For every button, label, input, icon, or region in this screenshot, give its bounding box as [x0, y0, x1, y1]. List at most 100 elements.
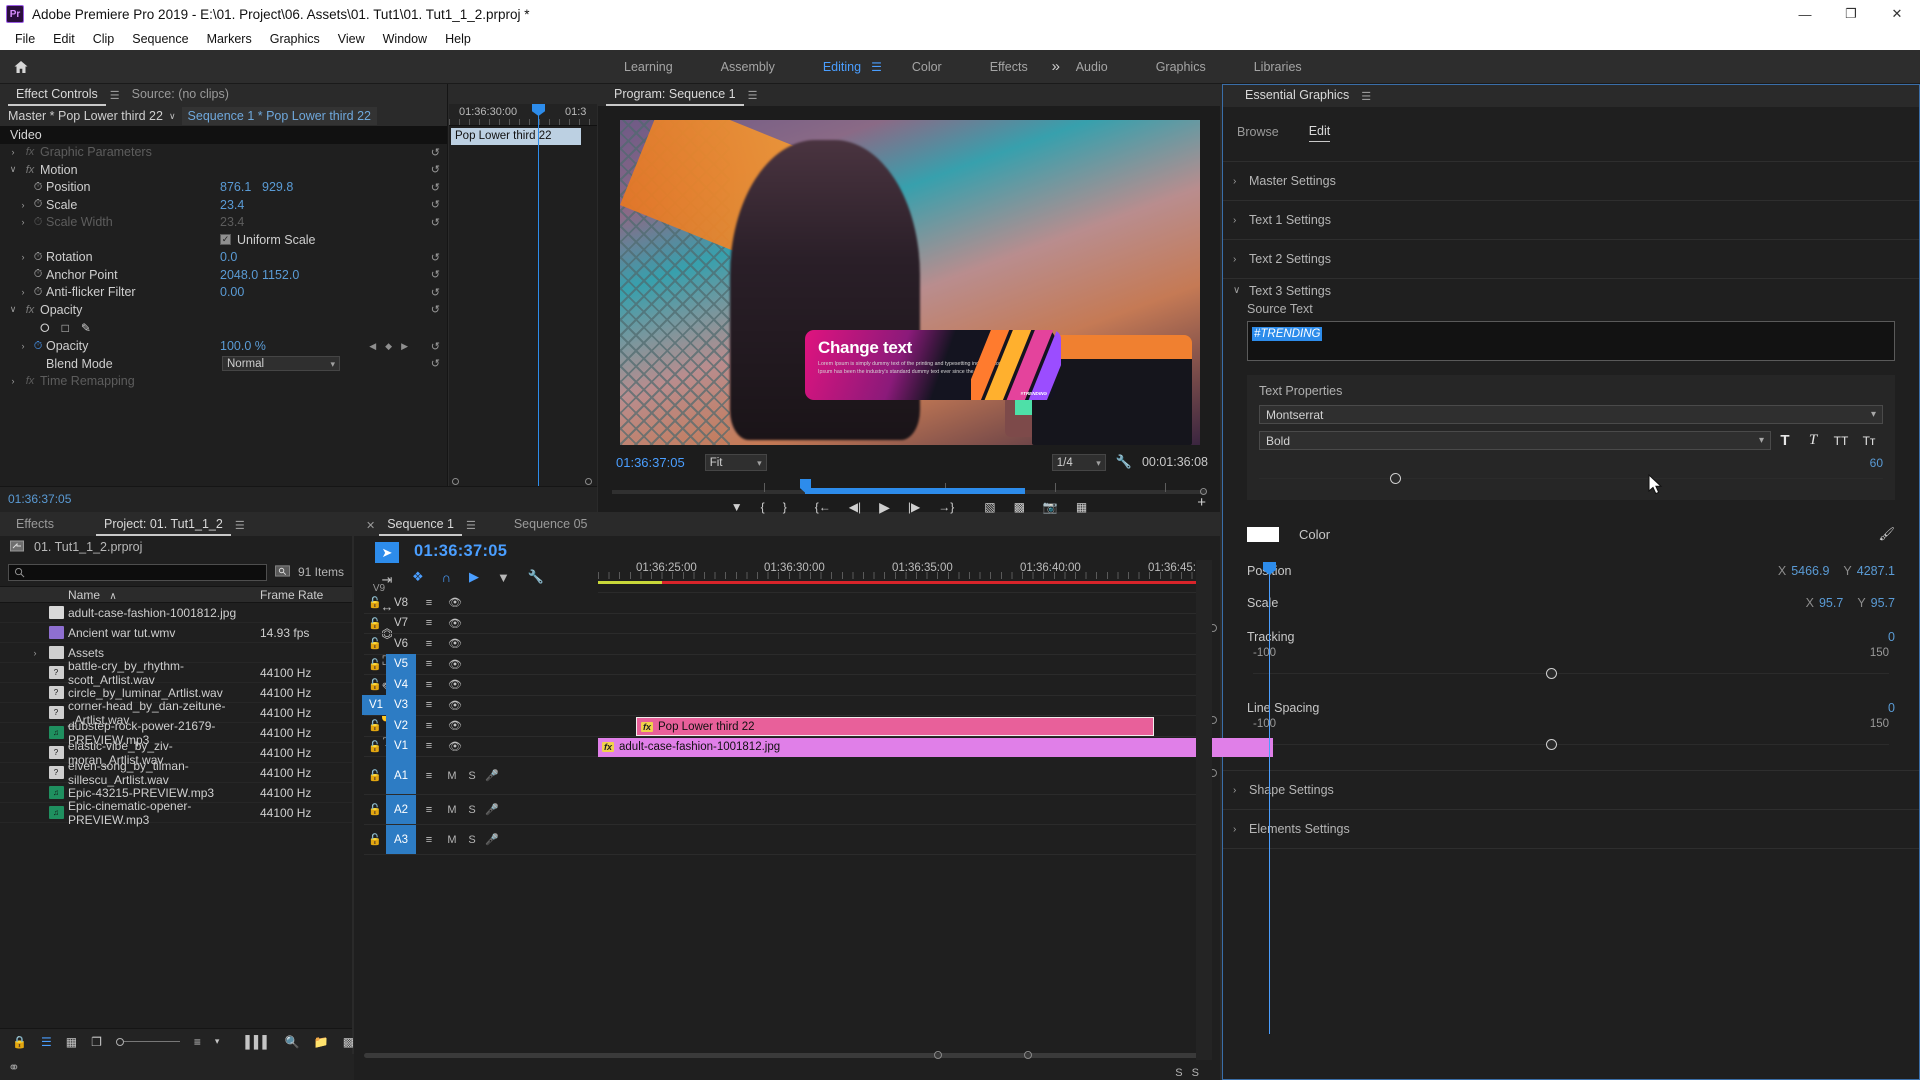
fx-row-anchor-point[interactable]: ⏱ Anchor Point 2048.0 1152.0 ↺ — [0, 266, 448, 284]
tab-project[interactable]: Project: 01. Tut1_1_2 — [95, 514, 231, 536]
sync-lock-icon[interactable]: ≡ — [416, 679, 442, 691]
solo-track-button[interactable]: S — [462, 834, 482, 846]
sync-lock-icon[interactable]: ≡ — [416, 658, 442, 670]
column-header-frame-rate[interactable]: Frame Rate — [260, 588, 352, 602]
label-color-chip[interactable] — [0, 746, 26, 760]
menu-file[interactable]: File — [6, 30, 44, 48]
lock-track-icon[interactable]: 🔓 — [364, 740, 386, 753]
fx-row-position[interactable]: ⏱ Position 876.1 929.8 ↺ — [0, 179, 448, 197]
reset-icon[interactable]: ↺ — [431, 181, 440, 194]
expand-arrow-icon[interactable]: › — [1233, 254, 1249, 265]
row-expand-arrow[interactable]: › — [26, 648, 44, 658]
zoom-slider[interactable] — [115, 1037, 180, 1046]
section-text-3-settings[interactable]: ∨ Text 3 Settings — [1223, 278, 1919, 302]
track-target-a2[interactable]: A2 — [386, 795, 416, 824]
expand-arrow-icon[interactable]: › — [1233, 176, 1249, 187]
stopwatch-icon[interactable]: ⏱ — [30, 286, 46, 299]
expand-arrow-icon[interactable]: › — [1233, 785, 1249, 796]
sync-lock-icon[interactable]: ≡ — [416, 770, 442, 782]
sort-icon[interactable]: ≡ — [194, 1035, 201, 1049]
workspace-tab-graphics[interactable]: Graphics — [1132, 50, 1230, 84]
sync-lock-icon[interactable]: ≡ — [416, 740, 442, 752]
fx-scroll-right-handle[interactable] — [585, 478, 592, 485]
lane-a2[interactable] — [598, 795, 1204, 825]
table-row[interactable]: Ancient war tut.wmv 14.93 fps — [0, 623, 352, 643]
label-color-chip[interactable] — [0, 706, 26, 720]
add-marker-icon[interactable]: ▼ — [731, 500, 743, 514]
list-view-icon[interactable]: ☰ — [41, 1035, 52, 1049]
breadcrumb-master[interactable]: Master * Pop Lower third 22 — [8, 109, 163, 123]
track-target-v8[interactable]: V8 — [386, 597, 416, 609]
tracking-value[interactable]: 0 — [1888, 630, 1895, 644]
fx-horizontal-scrollbar[interactable] — [452, 478, 592, 487]
mic-icon[interactable]: 🎤 — [482, 833, 502, 846]
workspace-burger-icon[interactable]: ☰ — [871, 60, 882, 74]
find-icon[interactable]: 🔍 — [285, 1035, 300, 1049]
hscroll-right-handle[interactable] — [1024, 1051, 1032, 1059]
collapse-arrow-icon[interactable]: ∨ — [1233, 285, 1249, 296]
track-output-eye-icon[interactable]: 👁 — [442, 637, 468, 650]
track-output-eye-icon[interactable]: 👁 — [442, 658, 468, 671]
go-to-in-icon[interactable]: {← — [815, 500, 831, 514]
minimize-button[interactable]: — — [1782, 0, 1828, 28]
lock-track-icon[interactable]: 🔓 — [364, 596, 386, 609]
section-shape-settings[interactable]: › Shape Settings — [1223, 770, 1919, 809]
all-caps-icon[interactable]: TT — [1827, 434, 1855, 448]
timeline-clip-pop-lower-third[interactable]: fx Pop Lower third 22 — [636, 717, 1154, 736]
track-output-eye-icon[interactable]: 👁 — [442, 596, 468, 609]
label-color-chip[interactable] — [0, 626, 26, 640]
program-monitor-burger-icon[interactable]: ☰ — [744, 89, 762, 102]
stopwatch-icon[interactable]: ⏱ — [30, 198, 46, 211]
line-spacing-slider[interactable] — [1253, 739, 1889, 750]
add-marker-icon[interactable]: ▼ — [497, 570, 510, 585]
rectangle-mask-icon[interactable]: □ — [62, 321, 69, 335]
position-y-value[interactable]: 4287.1 — [1857, 564, 1895, 578]
track-target-v4[interactable]: V4 — [386, 674, 416, 695]
font-size-slider[interactable] — [1259, 473, 1883, 484]
nest-icon[interactable]: ❖ — [412, 569, 424, 585]
timeline-clip-adult-case-fashion[interactable]: fx adult-case-fashion-1001812.jpg — [598, 737, 1273, 757]
workspace-tab-assembly[interactable]: Assembly — [697, 50, 799, 84]
sync-lock-icon[interactable]: ≡ — [416, 834, 442, 846]
new-item-icon[interactable]: ▩ — [343, 1035, 354, 1049]
section-text-1-settings[interactable]: › Text 1 Settings — [1223, 200, 1919, 239]
sync-lock-icon[interactable]: ≡ — [416, 617, 442, 629]
tab-effects[interactable]: Effects — [8, 514, 62, 536]
lane-v2[interactable]: fx Pop Lower third 22 — [598, 716, 1204, 737]
table-row[interactable]: adult-case-fashion-1001812.jpg — [0, 603, 352, 623]
maximize-button[interactable]: ❐ — [1828, 0, 1874, 28]
fx-row-time-remapping[interactable]: › fx Time Remapping — [0, 373, 448, 391]
lift-icon[interactable]: ▧ — [984, 500, 995, 514]
home-icon[interactable] — [0, 59, 42, 75]
stopwatch-icon[interactable]: ⏱ — [30, 251, 46, 264]
label-color-chip[interactable] — [0, 766, 26, 780]
lock-track-icon[interactable]: 🔓 — [364, 658, 386, 671]
close-icon[interactable]: ✕ — [362, 519, 379, 532]
lock-track-icon[interactable]: 🔓 — [364, 769, 386, 782]
reset-icon[interactable]: ↺ — [431, 286, 440, 299]
fx-row-anti-flicker[interactable]: › ⏱ Anti-flicker Filter 0.00 ↺ — [0, 284, 448, 302]
menu-edit[interactable]: Edit — [44, 30, 84, 48]
lock-track-icon[interactable]: 🔓 — [364, 719, 386, 732]
new-bin-icon[interactable]: 📁 — [314, 1035, 329, 1049]
reset-icon[interactable]: ↺ — [431, 198, 440, 211]
section-text-2-settings[interactable]: › Text 2 Settings — [1223, 239, 1919, 278]
step-back-icon[interactable]: ◀| — [849, 500, 861, 514]
source-patch-v1[interactable]: V1 — [362, 695, 390, 716]
workspace-tab-audio[interactable]: Audio — [1052, 50, 1132, 84]
menu-help[interactable]: Help — [436, 30, 480, 48]
track-header-v1[interactable]: 🔓 V1 ≡ 👁 — [364, 736, 598, 757]
ellipse-mask-icon[interactable]: ⭘ — [40, 321, 50, 336]
track-header-a3[interactable]: 🔓 A3 ≡ M S 🎤 — [364, 825, 598, 855]
playback-resolution-select[interactable]: 1/4 — [1051, 453, 1106, 471]
hscroll-bar[interactable] — [364, 1053, 1204, 1058]
mark-in-icon[interactable]: { — [761, 500, 765, 514]
track-header-v8[interactable]: 🔓 V8 ≡ 👁 — [364, 593, 598, 614]
timeline-lanes[interactable]: fx Pop Lower third 22 fx adult-case-fash… — [598, 584, 1273, 1040]
fx-value-y[interactable]: 929.8 — [262, 180, 293, 194]
track-header-v5[interactable]: 🔓 V5 ≡ 👁 — [364, 654, 598, 675]
slider-knob[interactable] — [1390, 473, 1402, 484]
go-to-out-icon[interactable]: →} — [938, 500, 954, 514]
fx-playhead[interactable] — [532, 104, 545, 512]
label-color-chip[interactable] — [0, 686, 26, 700]
